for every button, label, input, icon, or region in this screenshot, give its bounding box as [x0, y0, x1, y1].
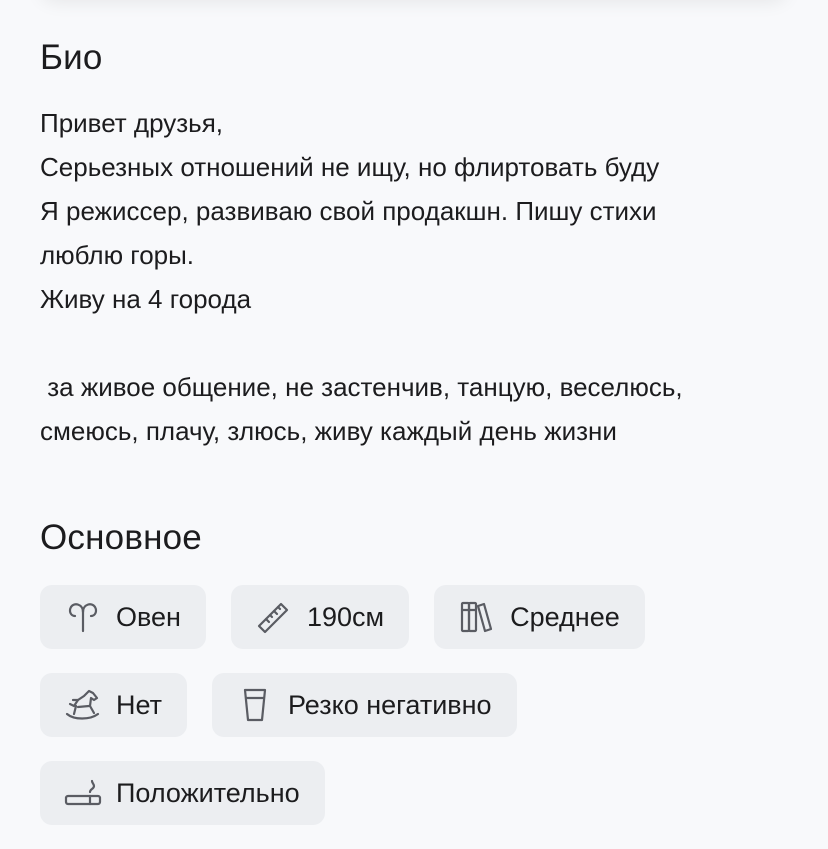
glass-icon	[236, 686, 274, 724]
bio-line: Привет друзья,	[40, 108, 224, 138]
chip-row: Нет Резко негативно	[40, 673, 760, 737]
chip-label: Нет	[116, 690, 162, 720]
bio-line: Живу на 4 города	[40, 284, 252, 314]
chip-label: 190см	[306, 602, 385, 632]
cigarette-icon	[64, 774, 102, 812]
aries-icon	[64, 598, 102, 636]
ruler-icon	[255, 598, 293, 636]
basics-chip-list: Овен 190см Среднее Нет Резко негативно П…	[40, 585, 760, 849]
chip-label: Овен	[116, 602, 181, 632]
bio-text: Привет друзья, Серьезных отношений не ищ…	[40, 101, 800, 453]
bio-line: люблю горы.	[40, 240, 195, 270]
bio-line: Я режиссер, развиваю свой продакшн. Пишу…	[40, 196, 657, 226]
alcohol-chip[interactable]: Резко негативно	[211, 673, 517, 737]
bio-line: Серьезных отношений не ищу, но флиртоват…	[40, 152, 660, 182]
basics-title: Основное	[40, 518, 202, 557]
chip-label: Положительно	[116, 778, 300, 808]
height-chip[interactable]: 190см	[230, 585, 410, 649]
bio-line: за живое общение, не застенчив, танцую, …	[40, 372, 683, 402]
kids-chip[interactable]: Нет	[40, 673, 187, 737]
bio-line: смеюсь, плачу, злюсь, живу каждый день ж…	[40, 416, 617, 446]
zodiac-chip[interactable]: Овен	[40, 585, 206, 649]
bio-title: Био	[40, 38, 103, 77]
chip-label: Среднее	[510, 602, 620, 632]
education-chip[interactable]: Среднее	[434, 585, 645, 649]
smoking-chip[interactable]: Положительно	[40, 761, 325, 825]
bio-line	[40, 321, 800, 365]
rocking-horse-icon	[64, 686, 102, 724]
chip-row: Овен 190см Среднее	[40, 585, 760, 649]
chip-row: Положительно	[40, 761, 760, 825]
books-icon	[458, 598, 496, 636]
chip-label: Резко негативно	[287, 690, 492, 720]
